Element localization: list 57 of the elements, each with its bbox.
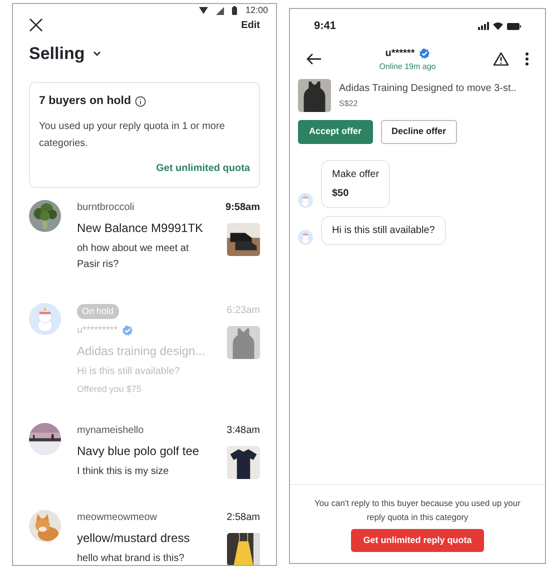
conversation-item[interactable]: meowmeowmeow yellow/mustard dress hello what brand is this? 2:58am	[13, 496, 276, 565]
notice-title: 7 buyers on hold	[39, 94, 132, 109]
username: mynameishello	[77, 424, 144, 438]
message-preview: oh how about we meet at Pasir ris?	[77, 242, 190, 272]
more-icon	[524, 52, 529, 66]
message-preview: Hi is this still available?	[77, 365, 181, 380]
username: burntbroccoli	[77, 200, 134, 215]
signal-icon	[478, 22, 489, 30]
accept-offer-button[interactable]: Accept offer	[298, 120, 373, 144]
message-bubble: Hi is this still available?	[321, 216, 446, 244]
close-button[interactable]	[29, 18, 43, 32]
message-preview: I think this is my size	[77, 464, 170, 479]
info-icon	[135, 96, 146, 108]
back-arrow-icon	[306, 53, 322, 65]
verified-icon	[122, 325, 133, 336]
quota-notice: You can't reply to this buyer because you used up your reply quota in this category	[314, 497, 522, 524]
warning-icon	[492, 52, 509, 66]
conversation-item[interactable]: burntbroccoli New Balance M9991TK oh how about we meet at Pasir ris? 9:58am	[13, 188, 276, 289]
message-time: 2:58am	[226, 510, 260, 525]
online-status: Online 19m ago	[379, 60, 436, 72]
listing-title: Navy blue polo golf tee	[77, 442, 200, 460]
close-icon	[29, 18, 43, 32]
battery-icon	[232, 6, 238, 16]
wifi-icon	[199, 7, 208, 14]
clock-time: 9:41	[314, 18, 336, 34]
verified-icon	[418, 48, 430, 58]
message-preview: hello what brand is this?	[77, 552, 186, 565]
offer-label: Make offer	[332, 168, 380, 182]
signal-icon	[216, 6, 224, 15]
username: meowmeowmeow	[77, 510, 158, 525]
report-button[interactable]	[492, 52, 509, 66]
offer-text: Offered you $75	[77, 383, 142, 396]
listing-title: yellow/mustard dress	[77, 530, 191, 547]
message-time: 3:48am	[226, 424, 260, 438]
edit-button[interactable]: Edit	[241, 18, 260, 32]
notice-text: You used up your reply quota in 1 or more categories.	[39, 120, 226, 152]
chevron-down-icon	[92, 50, 101, 56]
username: u*********	[77, 324, 118, 338]
unlimited-reply-quota-button[interactable]: Get unlimited reply quota	[351, 528, 484, 552]
clock-time: 12:00	[245, 4, 268, 17]
message-time: 9:58am	[226, 200, 260, 215]
conversation-item[interactable]: mynameishello Navy blue polo golf tee I think this is my size 3:48am	[13, 408, 276, 496]
decline-offer-button[interactable]: Decline offer	[380, 120, 458, 144]
wifi-icon	[493, 22, 503, 30]
product-row[interactable]: Adidas Training Designed to move 3-st.. S$22	[290, 79, 545, 112]
back-button[interactable]	[306, 53, 322, 65]
listing-title: New Balance M9991TK	[77, 220, 204, 237]
product-price: S$22	[339, 98, 359, 110]
battery-icon	[507, 22, 521, 30]
more-button[interactable]	[524, 52, 529, 66]
username: u******	[385, 46, 415, 60]
listing-title: Adidas training design...	[77, 343, 206, 360]
title-dropdown[interactable]: Selling	[29, 40, 101, 66]
product-title: Adidas Training Designed to move 3-st..	[339, 82, 516, 96]
message-time: 6:23am	[226, 304, 260, 318]
offer-amount: $50	[332, 186, 350, 200]
unlimited-quota-link[interactable]: Get unlimited quota	[156, 163, 250, 174]
